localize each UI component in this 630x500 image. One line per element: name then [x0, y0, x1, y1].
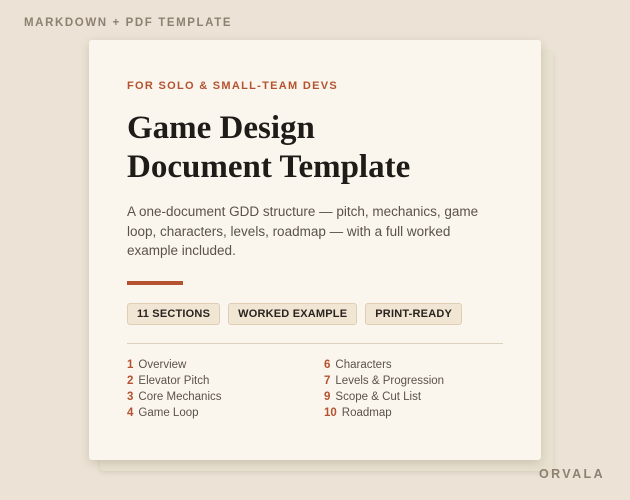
top-label: MARKDOWN + PDF TEMPLATE	[24, 17, 233, 29]
badge-print-ready: PRINT-READY	[365, 302, 463, 325]
toc-number: 9	[324, 390, 331, 403]
divider	[127, 342, 503, 344]
toc-label: Elevator Pitch	[138, 374, 210, 387]
page-title: Game Design Document Template	[127, 109, 503, 187]
toc-item: 1 Overview	[127, 357, 324, 373]
badge-worked-example: WORKED EXAMPLE	[228, 302, 358, 325]
toc-number: 4	[127, 406, 134, 419]
title-line-1: Game Design	[127, 110, 315, 146]
toc-label: Levels & Progression	[335, 374, 445, 387]
toc-label: Core Mechanics	[138, 390, 222, 403]
description: A one-document GDD structure — pitch, me…	[127, 204, 479, 258]
toc-item: 10 Roadmap	[324, 405, 504, 421]
product-card: FOR SOLO & SMALL-TEAM DEVS Game Design D…	[89, 40, 541, 460]
toc-number: 3	[127, 390, 134, 403]
toc-number: 7	[324, 374, 331, 387]
toc-label: Overview	[138, 358, 187, 371]
badge-row: 11 SECTIONS WORKED EXAMPLE PRINT-READY	[127, 302, 503, 325]
title-line-2: Document Template	[127, 149, 411, 185]
toc-item: 9 Scope & Cut List	[324, 389, 504, 405]
toc-item: 7 Levels & Progression	[324, 373, 504, 389]
toc-item: 4 Game Loop	[127, 405, 324, 421]
toc-label: Roadmap	[341, 406, 392, 419]
toc-column-right: 6 Characters 7 Levels & Progression 9 Scope…	[324, 357, 504, 421]
toc-item: 3 Core Mechanics	[127, 389, 324, 405]
toc-label: Game Loop	[138, 406, 199, 419]
toc-label: Characters	[335, 358, 392, 371]
badge-sections: 11 SECTIONS	[127, 302, 221, 325]
table-of-contents: 1 Overview 2 Elevator Pitch 3 Core Mechanic…	[127, 357, 503, 421]
toc-column-left: 1 Overview 2 Elevator Pitch 3 Core Mechanic…	[127, 357, 324, 421]
brand-wordmark: ORVALA	[538, 467, 605, 481]
toc-number: 10	[324, 406, 337, 419]
eyebrow-label: FOR SOLO & SMALL-TEAM DEVS	[127, 80, 339, 92]
toc-label: Scope & Cut List	[335, 390, 422, 403]
toc-item: 2 Elevator Pitch	[127, 373, 324, 389]
toc-item: 6 Characters	[324, 357, 504, 373]
toc-number: 1	[127, 358, 134, 371]
toc-number: 6	[324, 358, 331, 371]
accent-rule	[127, 280, 183, 285]
toc-number: 2	[127, 374, 134, 387]
